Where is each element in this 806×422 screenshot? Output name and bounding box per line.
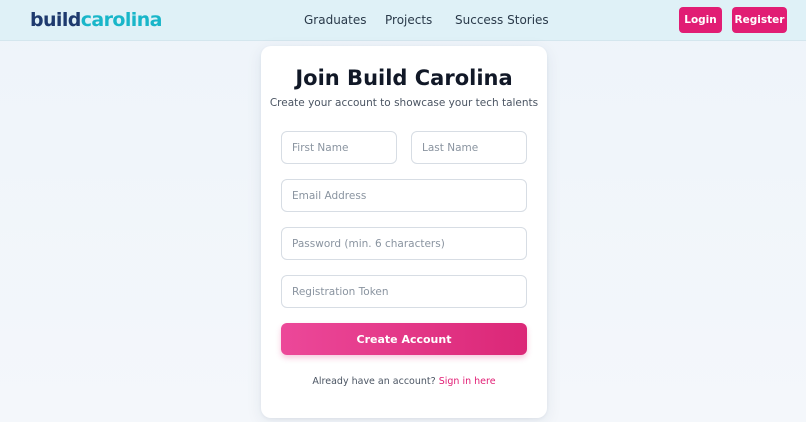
page-title: Join Build Carolina	[295, 66, 513, 90]
nav-graduates-link[interactable]: Graduates	[304, 13, 367, 27]
first-name-field[interactable]	[281, 131, 397, 164]
email-field[interactable]	[281, 179, 527, 212]
brand-logo[interactable]: buildcarolina	[30, 9, 162, 31]
login-button[interactable]: Login	[679, 7, 722, 33]
logo-build-text: build	[30, 9, 81, 31]
create-account-button[interactable]: Create Account	[281, 323, 527, 355]
signin-prompt: Already have an account? Sign in here	[261, 376, 547, 387]
signin-link[interactable]: Sign in here	[439, 376, 496, 387]
nav-projects-link[interactable]: Projects	[385, 13, 432, 27]
register-button[interactable]: Register	[732, 7, 787, 33]
page-subtitle: Create your account to showcase your tec…	[269, 97, 539, 109]
password-field[interactable]	[281, 227, 527, 260]
registration-card: Join Build Carolina Create your account …	[261, 46, 547, 418]
logo-carolina-text: carolina	[80, 9, 163, 31]
last-name-field[interactable]	[411, 131, 527, 164]
nav-success-stories-link[interactable]: Success Stories	[455, 13, 549, 27]
registration-token-field[interactable]	[281, 275, 527, 308]
signin-prompt-text: Already have an account?	[312, 376, 436, 387]
top-navbar: buildcarolina Graduates Projects Success…	[0, 0, 806, 41]
